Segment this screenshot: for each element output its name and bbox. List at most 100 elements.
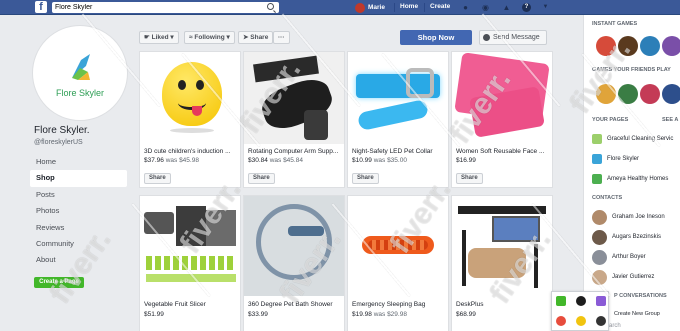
product-image[interactable] — [244, 52, 344, 144]
share-button[interactable]: Share — [456, 173, 483, 184]
brand-name: Flore Skyler — [55, 88, 104, 98]
product-image[interactable] — [348, 196, 448, 296]
app-icon[interactable] — [556, 316, 566, 326]
chat-options-popup — [551, 291, 609, 331]
product-title[interactable]: Rotating Computer Arm Supp... — [248, 148, 343, 155]
send-message-button[interactable]: Send Message — [479, 30, 547, 45]
create-page-button[interactable]: Create a Page — [34, 277, 84, 288]
page-handle[interactable]: @floreskylerUS — [34, 139, 83, 146]
contact-item[interactable]: Graham Joe Ineson — [592, 209, 680, 225]
nav-item-shop[interactable]: Shop — [30, 170, 127, 187]
share-button[interactable]: Share — [352, 173, 379, 184]
product-image[interactable] — [244, 196, 344, 296]
page-item[interactable]: Graceful Cleaning Servic — [592, 133, 680, 145]
search-input[interactable] — [52, 2, 252, 13]
contacts-heading: CONTACTS — [592, 195, 623, 201]
product-price: $51.99 — [144, 311, 164, 318]
home-link[interactable]: Home — [400, 3, 418, 10]
product-card[interactable]: Night-Safety LED Pet Collar $10.99 was $… — [347, 51, 449, 188]
following-button[interactable]: ≈ Following ▾ — [184, 31, 235, 44]
messenger-icon[interactable]: ◉ — [481, 3, 490, 12]
product-price: $19.98 was $29.98 — [352, 311, 407, 318]
product-card[interactable]: Women Soft Reusable Face ... $16.99 Shar… — [451, 51, 553, 188]
notifications-icon[interactable]: ▲ — [502, 3, 511, 12]
product-title[interactable]: Women Soft Reusable Face ... — [456, 148, 551, 155]
product-card[interactable]: 3D cute children's induction ... $37.96 … — [139, 51, 241, 188]
more-button[interactable]: ··· — [273, 31, 290, 44]
contact-item[interactable]: Arthur Boyer — [592, 249, 680, 265]
instant-games-row — [588, 36, 680, 56]
search-icon[interactable] — [267, 3, 274, 10]
product-title[interactable]: Night-Safety LED Pet Collar — [352, 148, 447, 155]
shop-now-button[interactable]: Shop Now — [400, 30, 472, 45]
app-icon[interactable] — [576, 316, 586, 326]
create-group-link[interactable]: Create New Group — [614, 311, 660, 317]
record-icon[interactable] — [576, 296, 586, 306]
conversations-heading: P CONVERSATIONS — [614, 293, 667, 299]
game-thumbnail[interactable] — [618, 36, 638, 56]
nav-item-reviews[interactable]: Reviews — [30, 220, 127, 236]
profile-picture[interactable]: Flore Skyler — [33, 26, 127, 120]
chat-search-input[interactable]: arch — [609, 323, 621, 329]
share-button[interactable]: Share — [144, 173, 171, 184]
product-image[interactable] — [452, 52, 552, 144]
page-icon — [592, 134, 602, 144]
product-title[interactable]: DeskPlus — [456, 301, 551, 308]
share-page-button[interactable]: ➤ Share — [238, 31, 274, 44]
product-price: $10.99 was $35.00 — [352, 157, 407, 164]
nav-item-community[interactable]: Community — [30, 236, 127, 252]
game-thumbnail[interactable] — [640, 36, 660, 56]
product-image[interactable] — [140, 52, 240, 144]
product-image[interactable] — [348, 52, 448, 144]
divider — [394, 3, 395, 12]
product-price: $37.96 was $45.98 — [144, 157, 199, 164]
contact-item[interactable]: Javier Gutierrez — [592, 269, 680, 285]
game-thumbnail[interactable] — [640, 84, 660, 104]
help-icon[interactable]: ? — [522, 3, 531, 12]
page-title[interactable]: Flore Skyler. — [34, 125, 90, 136]
page-item[interactable]: Flore Skyler — [592, 153, 680, 165]
product-card[interactable]: Emergency Sleeping Bag $19.98 was $29.98 — [347, 195, 449, 331]
game-thumbnail[interactable] — [662, 84, 680, 104]
product-image[interactable] — [452, 196, 552, 296]
product-title[interactable]: Emergency Sleeping Bag — [352, 301, 447, 308]
nav-item-photos[interactable]: Photos — [30, 203, 127, 219]
product-card[interactable]: Rotating Computer Arm Supp... $30.84 was… — [243, 51, 345, 188]
game-thumbnail[interactable] — [596, 36, 616, 56]
contact-item[interactable]: Augars Bzezinskis — [592, 229, 680, 245]
divider — [424, 3, 425, 12]
product-card[interactable]: Vegetable Fruit Slicer $51.99 — [139, 195, 241, 331]
nav-item-about[interactable]: About — [30, 252, 127, 268]
avatar — [592, 209, 607, 225]
search-box[interactable] — [52, 2, 279, 13]
game-thumbnail[interactable] — [618, 84, 638, 104]
share-button[interactable]: Share — [248, 173, 275, 184]
facebook-logo-icon[interactable]: f — [35, 1, 47, 13]
settings-icon[interactable] — [596, 316, 606, 326]
friends-icon[interactable]: ● — [461, 3, 470, 12]
game-thumbnail[interactable] — [596, 84, 616, 104]
see-all-link[interactable]: SEE A — [662, 117, 678, 123]
nav-item-home[interactable]: Home — [30, 154, 127, 170]
chevron-down-icon[interactable]: ▼ — [541, 3, 550, 12]
profile-link[interactable]: Marie — [355, 2, 385, 13]
product-price: $33.99 — [248, 311, 268, 318]
product-title[interactable]: Vegetable Fruit Slicer — [144, 301, 239, 308]
page-item[interactable]: Ameya Healthy Homes — [592, 173, 680, 185]
video-icon[interactable] — [556, 296, 566, 306]
nav-item-posts[interactable]: Posts — [30, 187, 127, 203]
create-link[interactable]: Create — [430, 3, 450, 10]
avatar — [592, 249, 607, 265]
product-title[interactable]: 360 Degree Pet Bath Shower — [248, 301, 343, 308]
avatar — [592, 229, 607, 245]
pen-icon[interactable] — [596, 296, 606, 306]
product-price: $16.99 — [456, 157, 476, 164]
product-title[interactable]: 3D cute children's induction ... — [144, 148, 239, 155]
product-image[interactable] — [140, 196, 240, 296]
game-thumbnail[interactable] — [662, 36, 680, 56]
your-pages-heading: YOUR PAGES — [592, 117, 629, 123]
product-card[interactable]: DeskPlus $68.99 — [451, 195, 553, 331]
product-card[interactable]: 360 Degree Pet Bath Shower $33.99 — [243, 195, 345, 331]
liked-button[interactable]: ☛ Liked ▾ — [139, 31, 179, 44]
product-price: $30.84 was $45.84 — [248, 157, 303, 164]
